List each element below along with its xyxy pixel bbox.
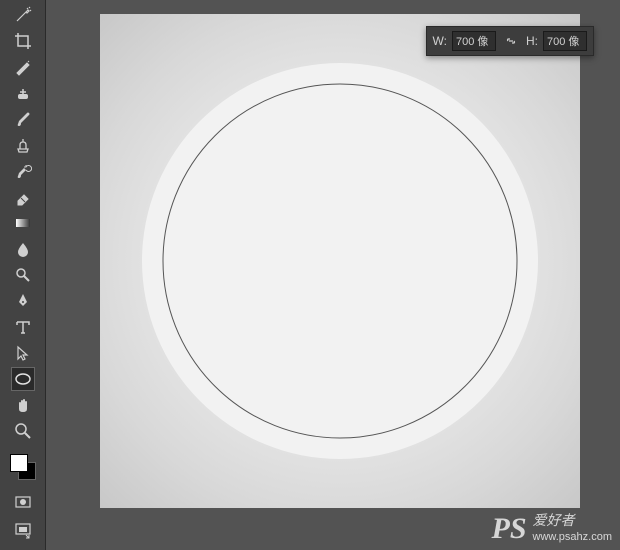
crop-tool[interactable]	[11, 29, 35, 53]
type-tool[interactable]	[11, 315, 35, 339]
eyedropper-tool[interactable]	[11, 55, 35, 79]
brush-tool[interactable]	[11, 107, 35, 131]
transform-dimensions-hud: W: H:	[426, 26, 594, 56]
ellipse-tool[interactable]	[11, 367, 35, 391]
magic-wand-tool[interactable]	[11, 3, 35, 27]
watermark: PS 爱好者 www.psahz.com	[492, 514, 613, 544]
width-input[interactable]	[452, 31, 496, 51]
quick-mask-toggle[interactable]	[11, 490, 35, 514]
height-label: H:	[526, 34, 538, 48]
watermark-url: www.psahz.com	[533, 531, 612, 544]
watermark-text-cn: 爱好者	[533, 514, 612, 531]
tools-panel	[0, 0, 46, 550]
active-path-ellipse[interactable]	[163, 84, 518, 439]
blur-tool[interactable]	[11, 237, 35, 261]
width-label: W:	[433, 34, 447, 48]
document-canvas[interactable]	[100, 14, 580, 508]
dodge-tool[interactable]	[11, 263, 35, 287]
eraser-tool[interactable]	[11, 185, 35, 209]
clone-stamp-tool[interactable]	[11, 133, 35, 157]
zoom-tool[interactable]	[11, 419, 35, 443]
foreground-color[interactable]	[10, 454, 28, 472]
healing-brush-tool[interactable]	[11, 81, 35, 105]
screen-mode-toggle[interactable]	[11, 518, 35, 542]
hand-tool[interactable]	[11, 393, 35, 417]
height-input[interactable]	[543, 31, 587, 51]
watermark-logo: PS	[492, 514, 527, 544]
color-swatches[interactable]	[8, 452, 38, 482]
link-dimensions-icon[interactable]	[501, 31, 521, 51]
gradient-tool[interactable]	[11, 211, 35, 235]
pen-tool[interactable]	[11, 289, 35, 313]
path-selection-tool[interactable]	[11, 341, 35, 365]
history-brush-tool[interactable]	[11, 159, 35, 183]
